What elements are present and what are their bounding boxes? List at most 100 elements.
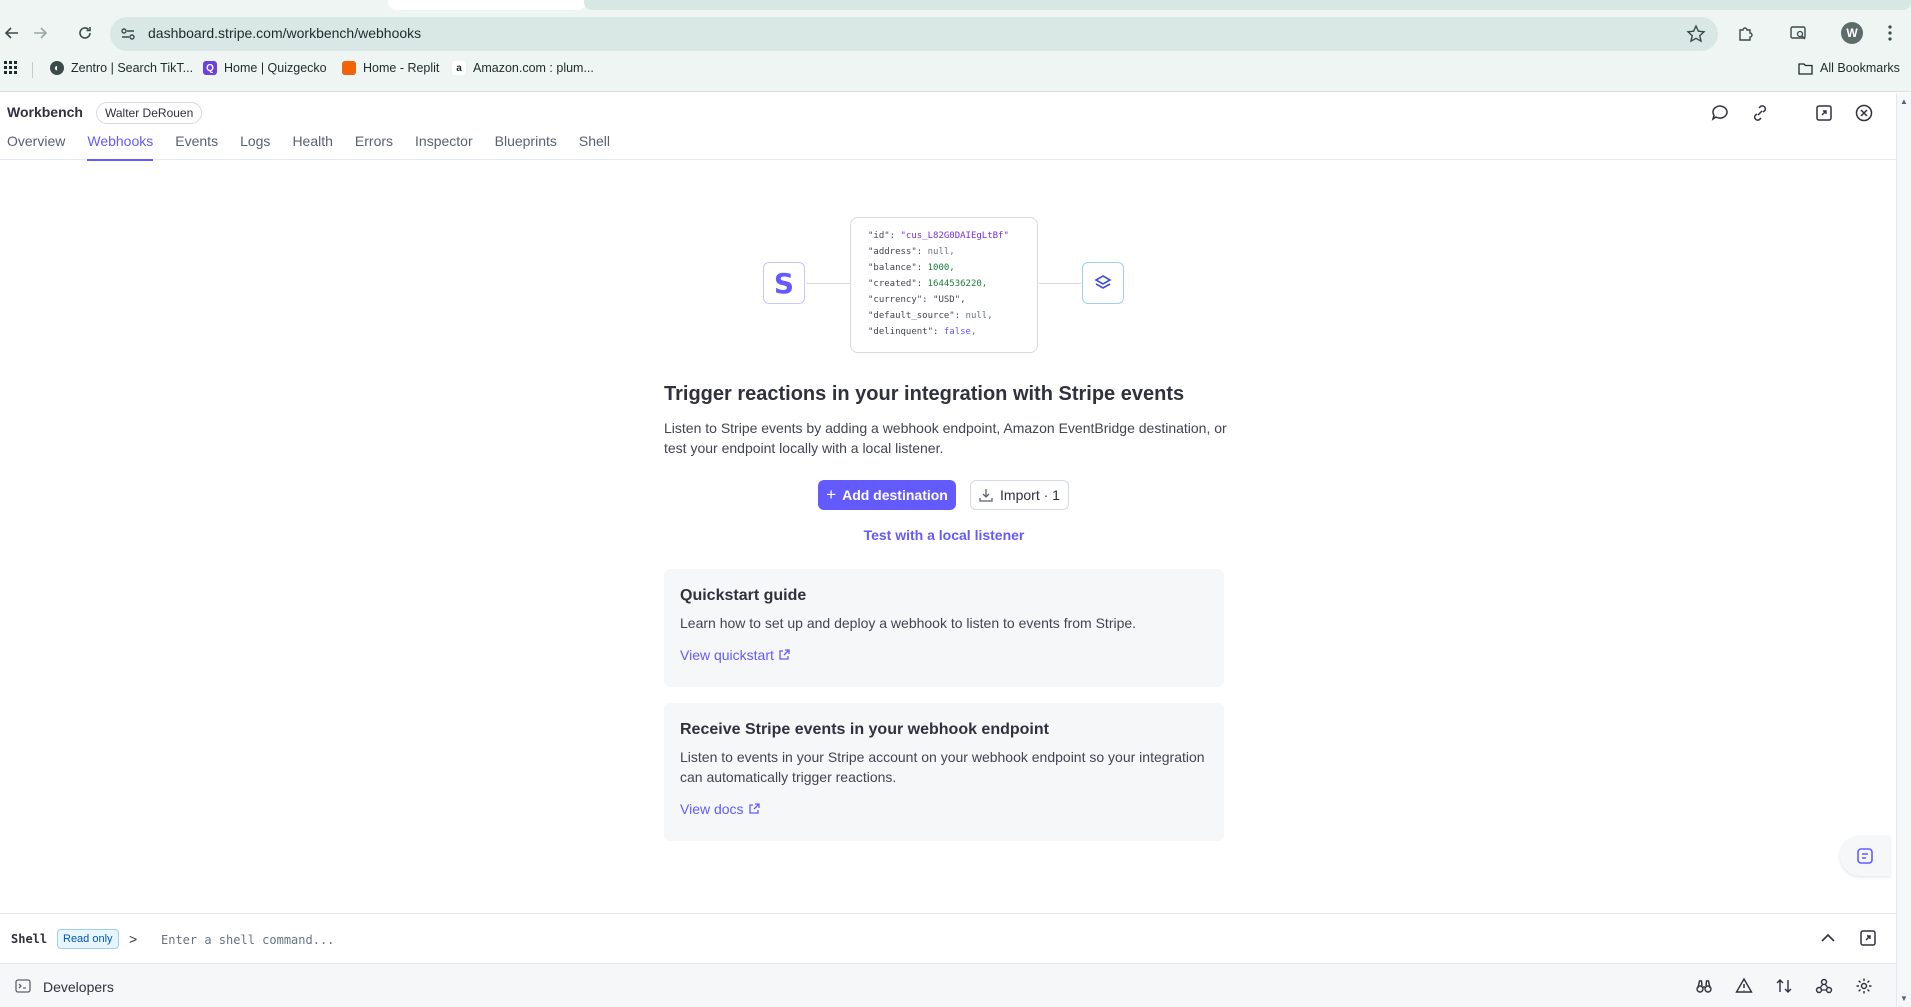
shell-bar: Shell Read only > [0,913,1896,963]
code-value: false, [943,327,977,337]
site-info-icon[interactable] [120,26,136,42]
view-quickstart-link[interactable]: View quickstart [680,647,790,663]
all-bookmarks-button[interactable]: All Bookmarks [1798,61,1900,75]
tab-blueprints[interactable]: Blueprints [495,133,557,160]
code-line: "created": 1644536220, [868,276,1037,292]
arrow-left-icon [4,27,18,39]
arrow-right-icon [34,27,48,39]
connector-line [806,283,850,284]
link-icon[interactable] [1750,103,1770,123]
bookmark-zentro[interactable]: ◐ Zentro | Search TikT... [50,61,193,75]
bookmarks-bar: ◐ Zentro | Search TikT... Q Home | Quizg… [0,58,1911,82]
webhooks-icon[interactable] [1815,977,1833,995]
bookmark-amazon[interactable]: a Amazon.com : plum... [452,61,594,75]
card-body: Learn how to set up and deploy a webhook… [680,615,1137,631]
tab-overview[interactable]: Overview [7,133,65,160]
layers-icon [1094,275,1112,289]
bookmark-replit[interactable]: Home - Replit [342,61,439,75]
browser-menu-button[interactable] [1878,21,1902,45]
binoculars-icon[interactable] [1695,977,1713,995]
import-button[interactable]: Import · 1 [970,480,1069,510]
expand-icon[interactable] [1814,103,1834,123]
tab-webhooks[interactable]: Webhooks [87,133,153,161]
page-title: Trigger reactions in your integration wi… [664,383,1185,405]
url-text: dashboard.stripe.com/workbench/webhooks [148,25,422,41]
tab-health[interactable]: Health [292,133,332,160]
page-description: Listen to Stripe events by adding a webh… [664,420,1227,456]
import-icon [979,489,993,502]
tab-logs[interactable]: Logs [240,133,270,160]
card-body: Listen to events in your Stripe account … [680,749,1205,785]
scroll-down-arrow-icon[interactable]: ▼ [1900,994,1908,1003]
add-destination-label: Add destination [842,487,948,503]
developers-label[interactable]: Developers [43,979,114,995]
external-link-icon [748,803,760,814]
code-key: "created": [868,279,923,289]
bookmark-star-icon[interactable] [1686,24,1706,44]
reload-button[interactable] [73,21,97,45]
scroll-up-arrow-icon[interactable]: ▲ [1900,97,1908,106]
card-title: Receive Stripe events in your webhook en… [680,721,1049,738]
extensions-button[interactable] [1734,21,1758,45]
active-tab[interactable] [388,0,586,10]
apps-button[interactable] [4,61,18,75]
bookmark-quizgecko[interactable]: Q Home | Quizgecko [203,61,327,75]
code-lines: "id": "cus_L82G0DAIEgLtBf" "address": nul… [868,228,1037,340]
code-line: "address": null, [868,244,1037,260]
code-value: null, [927,247,955,257]
account-pill[interactable]: Walter DeRouen [96,102,203,124]
kebab-menu-icon [1888,25,1892,41]
workbench-tabs: Overview Webhooks Events Logs Health Err… [7,133,632,161]
code-line: "balance": 1000, [868,260,1037,276]
code-value: 1000, [927,263,955,273]
profile-avatar[interactable]: W [1841,22,1863,44]
inactive-tab[interactable] [584,0,1911,10]
back-button[interactable] [0,21,24,45]
warning-icon[interactable] [1735,977,1753,995]
code-line: "default_source": null, [868,308,1037,324]
add-destination-button[interactable]: + Add destination [818,480,956,510]
code-key: "default_source": [868,311,961,321]
forward-button[interactable] [28,21,52,45]
cast-search-button[interactable] [1786,21,1810,45]
browser-chrome: dashboard.stripe.com/workbench/webhooks … [0,0,1911,92]
json-code-card: "id": "cus_L82G0DAIEgLtBf" "address": nul… [850,217,1038,353]
plus-icon: + [826,485,837,504]
feedback-icon[interactable] [1710,103,1730,123]
address-bar[interactable]: dashboard.stripe.com/workbench/webhooks [110,17,1718,51]
code-line: "currency": "USD", [868,292,1037,308]
view-docs-link[interactable]: View docs [680,801,760,817]
replit-icon [342,61,356,75]
page-scrollbar[interactable]: ▲ ▼ [1896,93,1911,1007]
code-value: "USD", [933,295,966,305]
amazon-icon: a [452,61,466,75]
view-docs-label: View docs [680,801,744,817]
expand-shell-icon[interactable] [1858,928,1878,948]
webhooks-main: S "id": "cus_L82G0DAIEgLtBf" "address": n… [0,161,1896,913]
bookmarks-divider [32,62,33,78]
shell-prompt: > [129,931,138,947]
webhook-illustration: S "id": "cus_L82G0DAIEgLtBf" "address": n… [763,217,1125,353]
stripe-logo: S [763,262,805,304]
tab-search-icon [1790,26,1806,40]
tab-errors[interactable]: Errors [355,133,393,160]
assistant-fab-button[interactable] [1840,836,1890,876]
sort-arrows-icon[interactable] [1775,977,1793,995]
gear-icon[interactable] [1855,977,1873,995]
tab-strip [0,0,1911,10]
code-value: null, [965,311,993,321]
chevron-up-icon[interactable] [1818,928,1838,948]
shell-command-input[interactable] [161,929,1761,951]
folder-icon [1798,62,1813,75]
close-icon[interactable] [1854,103,1874,123]
test-local-listener-link[interactable]: Test with a local listener [0,527,1888,543]
code-line: "id": "cus_L82G0DAIEgLtBf" [868,228,1037,244]
code-key: "balance": [868,263,923,273]
tab-inspector[interactable]: Inspector [415,133,473,160]
code-line: "delinquent": false, [868,324,1037,340]
test-local-listener-label[interactable]: Test with a local listener [864,527,1025,543]
tab-shell[interactable]: Shell [579,133,610,160]
puzzle-icon [1739,27,1753,41]
tab-events[interactable]: Events [175,133,218,160]
code-key: "currency": [868,295,928,305]
